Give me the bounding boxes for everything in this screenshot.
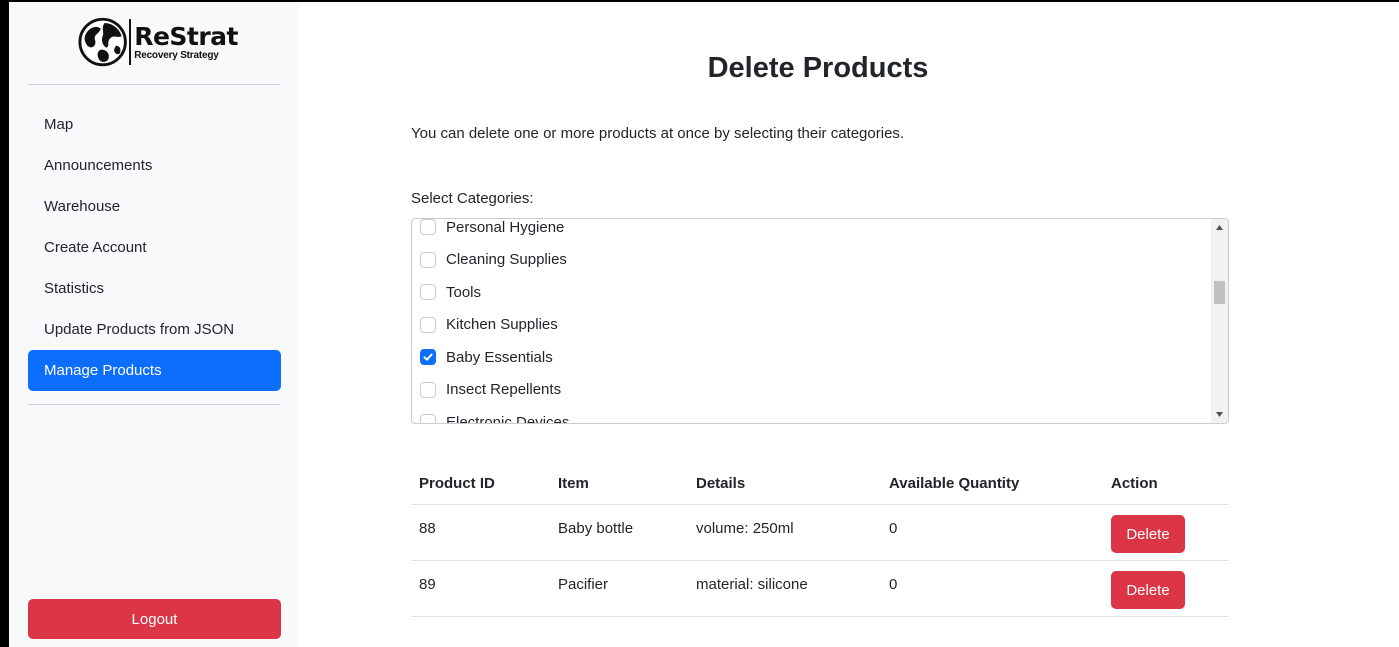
category-label: Tools: [446, 283, 482, 301]
column-header: Item: [550, 464, 688, 505]
sidebar-divider-top: [28, 84, 280, 85]
main-content: Delete Products You can delete one or mo…: [299, 2, 1399, 647]
categories-listbox[interactable]: Personal Hygiene Cleaning Supplies Tools…: [411, 218, 1229, 424]
cell-item: Pacifier: [550, 560, 688, 617]
table-row: 89 Pacifier material: silicone 0 Delete: [411, 560, 1229, 617]
brand-subtitle: Recovery Strategy: [134, 49, 219, 61]
sidebar-nav: Map Announcements Warehouse Create Accou…: [28, 104, 281, 391]
scroll-down-arrow-icon[interactable]: [1211, 406, 1228, 423]
sidebar-item-map[interactable]: Map: [28, 104, 281, 145]
categories-list: Personal Hygiene Cleaning Supplies Tools…: [412, 218, 1212, 424]
cell-item: Baby bottle: [550, 504, 688, 561]
category-option[interactable]: Kitchen Supplies: [412, 309, 1212, 342]
column-header: Available Quantity: [881, 464, 1103, 505]
brand-logo[interactable]: ReStrat Recovery Strategy: [78, 10, 238, 74]
categories-label: Select Categories:: [411, 190, 534, 207]
cell-details: material: silicone: [688, 560, 881, 617]
checkbox-checked[interactable]: [420, 349, 436, 366]
category-option[interactable]: Electronic Devices: [412, 406, 1212, 424]
sidebar-item-manage-products[interactable]: Manage Products: [28, 350, 281, 391]
sidebar-item-create-account[interactable]: Create Account: [28, 227, 281, 268]
sidebar-item-statistics[interactable]: Statistics: [28, 268, 281, 309]
column-header: Product ID: [411, 464, 550, 505]
category-option[interactable]: Personal Hygiene: [412, 218, 1212, 244]
sidebar-item-announcements[interactable]: Announcements: [28, 145, 281, 186]
checkbox[interactable]: [420, 284, 436, 301]
checkbox[interactable]: [420, 381, 436, 398]
cell-product-id: 88: [411, 504, 550, 561]
delete-button[interactable]: Delete: [1111, 515, 1185, 553]
table-row: 88 Baby bottle volume: 250ml 0 Delete: [411, 504, 1229, 561]
cell-product-id: 89: [411, 560, 550, 617]
category-label: Kitchen Supplies: [446, 316, 558, 334]
cell-action: Delete: [1103, 504, 1229, 561]
column-header: Action: [1103, 464, 1229, 505]
column-header: Details: [688, 464, 881, 505]
globe-icon: [78, 17, 127, 67]
table-header-row: Product ID Item Details Available Quanti…: [411, 464, 1229, 505]
checkbox[interactable]: [420, 219, 436, 236]
category-option[interactable]: Baby Essentials: [412, 341, 1212, 374]
sidebar-item-warehouse[interactable]: Warehouse: [28, 186, 281, 227]
category-option[interactable]: Insect Repellents: [412, 374, 1212, 407]
category-option[interactable]: Tools: [412, 276, 1212, 309]
sidebar-divider-bottom: [28, 404, 280, 405]
category-option[interactable]: Cleaning Supplies: [412, 244, 1212, 277]
checkmark-icon: [423, 353, 433, 361]
category-label: Insect Repellents: [446, 381, 562, 399]
products-table: Product ID Item Details Available Quanti…: [411, 464, 1229, 617]
brand-title: ReStrat: [134, 21, 238, 51]
intro-text: You can delete one or more products at o…: [411, 125, 905, 142]
category-label: Baby Essentials: [446, 348, 553, 366]
window-frame-left: [0, 0, 9, 647]
page-title: Delete Products: [707, 52, 929, 84]
delete-button[interactable]: Delete: [1111, 571, 1185, 609]
category-label: Electronic Devices: [446, 413, 570, 424]
checkbox[interactable]: [420, 414, 436, 423]
sidebar: ReStrat Recovery Strategy Map Announceme…: [9, 2, 299, 647]
cell-quantity: 0: [881, 560, 1103, 617]
cell-details: volume: 250ml: [688, 504, 881, 561]
checkbox[interactable]: [420, 316, 436, 333]
brand-text: ReStrat Recovery Strategy: [134, 24, 238, 61]
scroll-up-arrow-icon[interactable]: [1211, 219, 1228, 236]
scrollbar[interactable]: [1211, 219, 1228, 423]
scrollbar-thumb[interactable]: [1214, 281, 1225, 304]
logo-divider: [129, 19, 132, 65]
logout-button[interactable]: Logout: [28, 599, 281, 639]
cell-quantity: 0: [881, 504, 1103, 561]
cell-action: Delete: [1103, 560, 1229, 617]
sidebar-item-update-products-json[interactable]: Update Products from JSON: [28, 309, 281, 350]
checkbox[interactable]: [420, 251, 436, 268]
category-label: Cleaning Supplies: [446, 251, 567, 269]
category-label: Personal Hygiene: [446, 218, 565, 236]
